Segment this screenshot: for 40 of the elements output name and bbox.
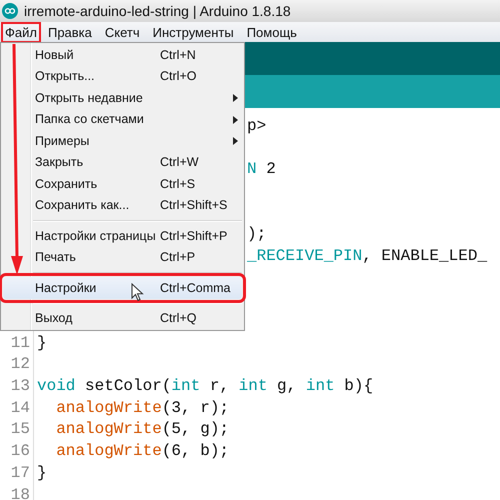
- menu-item[interactable]: Новый Ctrl+N: [1, 44, 244, 66]
- submenu-arrow-icon: [233, 137, 238, 145]
- code-line: }: [37, 334, 47, 352]
- code-line: analogWrite(6, b);: [56, 442, 230, 460]
- menu-item[interactable]: Открыть недавние: [1, 87, 244, 108]
- menu-item[interactable]: Настройки страницы Ctrl+Shift+P: [1, 225, 244, 246]
- submenu-arrow-icon: [233, 116, 238, 124]
- menu-item[interactable]: Выход Ctrl+Q: [1, 308, 244, 329]
- line-number: 11: [10, 334, 30, 352]
- menu-item[interactable]: Открыть... Ctrl+O: [1, 66, 244, 87]
- menu-bar-item[interactable]: Помощь: [240, 22, 303, 42]
- line-number: 18: [10, 486, 30, 500]
- code-line: p>: [247, 116, 266, 135]
- menu-bar-item[interactable]: Инструменты: [146, 22, 240, 42]
- code-line: );: [247, 225, 266, 244]
- line-number: 16: [10, 442, 30, 460]
- menu-item[interactable]: Закрыть Ctrl+W: [1, 152, 244, 173]
- line-number: 13: [10, 377, 30, 396]
- menu-item[interactable]: Примеры: [1, 130, 244, 152]
- submenu-arrow-icon: [233, 94, 238, 102]
- line-number: 15: [10, 420, 30, 438]
- code-line: analogWrite(5, g);: [56, 420, 230, 438]
- menu-bar-item[interactable]: Скетч: [98, 22, 146, 42]
- line-number: 14: [10, 398, 30, 417]
- window-title: irremote-arduino-led-string | Arduino 1.8.18: [24, 3, 291, 19]
- infinity-logo-icon: [2, 3, 18, 19]
- code-line: analogWrite(3, r);: [56, 398, 230, 417]
- code-line: }: [37, 464, 47, 482]
- code-line: _RECEIVE_PIN, ENABLE_LED_: [247, 246, 488, 265]
- menu-item[interactable]: Сохранить Ctrl+S: [1, 173, 244, 194]
- line-number: 12: [10, 355, 30, 374]
- code-line: void setColor(int r, int g, int b){: [37, 377, 374, 396]
- mouse-pointer-icon: [131, 283, 144, 302]
- menu-item[interactable]: Печать Ctrl+P: [1, 246, 244, 268]
- code-line: N 2: [247, 160, 276, 178]
- menu-item[interactable]: Настройки Ctrl+Comma: [3, 277, 242, 298]
- menu-item[interactable]: Папка со скетчами: [1, 108, 244, 130]
- menu-item[interactable]: Сохранить как... Ctrl+Shift+S: [1, 194, 244, 216]
- menu-bar-item[interactable]: Правка: [42, 22, 98, 42]
- line-number: 17: [10, 464, 30, 482]
